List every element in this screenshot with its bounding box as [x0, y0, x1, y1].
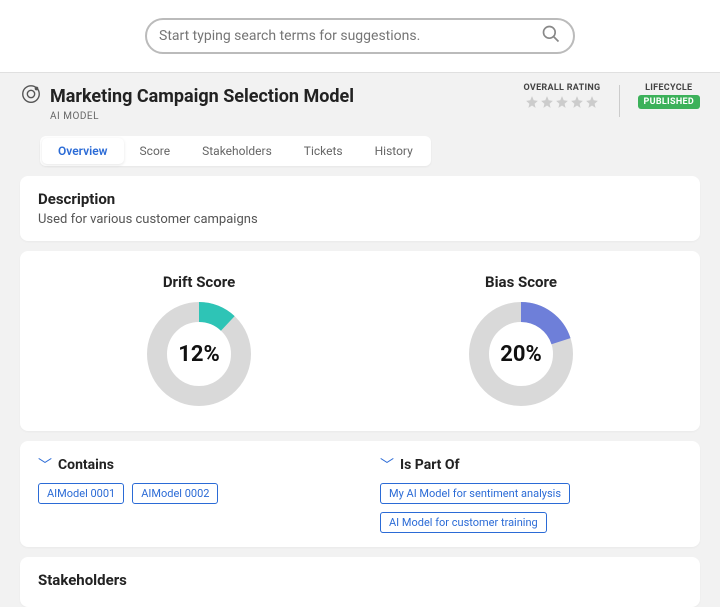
page-subtitle: AI MODEL — [50, 111, 354, 122]
star-icon — [540, 95, 554, 109]
drift-score: Drift Score 12% — [144, 273, 254, 409]
tab-stakeholders[interactable]: Stakeholders — [186, 138, 288, 164]
page-header: Marketing Campaign Selection Model AI MO… — [0, 73, 720, 130]
scores-card: Drift Score 12% Bias Score 20% — [20, 251, 700, 431]
description-title: Description — [38, 190, 682, 208]
drift-value: 12% — [144, 299, 254, 409]
search-bar — [0, 0, 720, 73]
tabs: Overview Score Stakeholders Tickets Hist… — [40, 136, 431, 166]
contains-toggle[interactable]: ﹀ Contains — [38, 455, 340, 475]
star-icon — [570, 95, 584, 109]
search-icon[interactable] — [541, 24, 561, 48]
part-of-section: ﹀ Is Part Of My AI Model for sentiment a… — [380, 455, 682, 533]
part-of-chip[interactable]: AI Model for customer training — [380, 512, 547, 533]
stakeholders-card: Stakeholders — [20, 557, 700, 607]
overall-rating-label: OVERALL RATING — [523, 83, 600, 93]
bias-score: Bias Score 20% — [466, 273, 576, 409]
model-icon — [20, 83, 42, 109]
stakeholders-title: Stakeholders — [38, 571, 682, 589]
tab-score[interactable]: Score — [124, 138, 187, 164]
bias-value: 20% — [466, 299, 576, 409]
tab-overview[interactable]: Overview — [42, 138, 124, 164]
tab-tickets[interactable]: Tickets — [288, 138, 359, 164]
contains-title: Contains — [58, 457, 114, 473]
overall-rating: OVERALL RATING — [523, 83, 600, 109]
page-title: Marketing Campaign Selection Model — [50, 86, 354, 107]
part-of-title: Is Part Of — [400, 457, 460, 473]
star-icon — [525, 95, 539, 109]
contains-section: ﹀ Contains AIModel 0001 AIModel 0002 — [38, 455, 340, 533]
meta-divider — [619, 85, 620, 117]
bias-donut: 20% — [466, 299, 576, 409]
star-rating — [525, 95, 599, 109]
relations-card: ﹀ Contains AIModel 0001 AIModel 0002 ﹀ I… — [20, 441, 700, 547]
part-of-chip[interactable]: My AI Model for sentiment analysis — [380, 483, 570, 504]
drift-score-title: Drift Score — [163, 273, 235, 291]
star-icon — [555, 95, 569, 109]
search-input[interactable] — [159, 28, 541, 44]
search-box[interactable] — [145, 18, 575, 54]
star-icon — [585, 95, 599, 109]
lifecycle: LIFECYCLE PUBLISHED — [638, 83, 701, 109]
lifecycle-badge: PUBLISHED — [638, 95, 701, 109]
chevron-down-icon: ﹀ — [38, 455, 52, 475]
lifecycle-label: LIFECYCLE — [645, 83, 692, 93]
contains-chip[interactable]: AIModel 0002 — [132, 483, 218, 504]
bias-score-title: Bias Score — [485, 273, 557, 291]
drift-donut: 12% — [144, 299, 254, 409]
description-card: Description Used for various customer ca… — [20, 176, 700, 241]
chevron-down-icon: ﹀ — [380, 455, 394, 475]
description-text: Used for various customer campaigns — [38, 212, 682, 227]
part-of-toggle[interactable]: ﹀ Is Part Of — [380, 455, 682, 475]
tab-history[interactable]: History — [359, 138, 429, 164]
contains-chip[interactable]: AIModel 0001 — [38, 483, 124, 504]
